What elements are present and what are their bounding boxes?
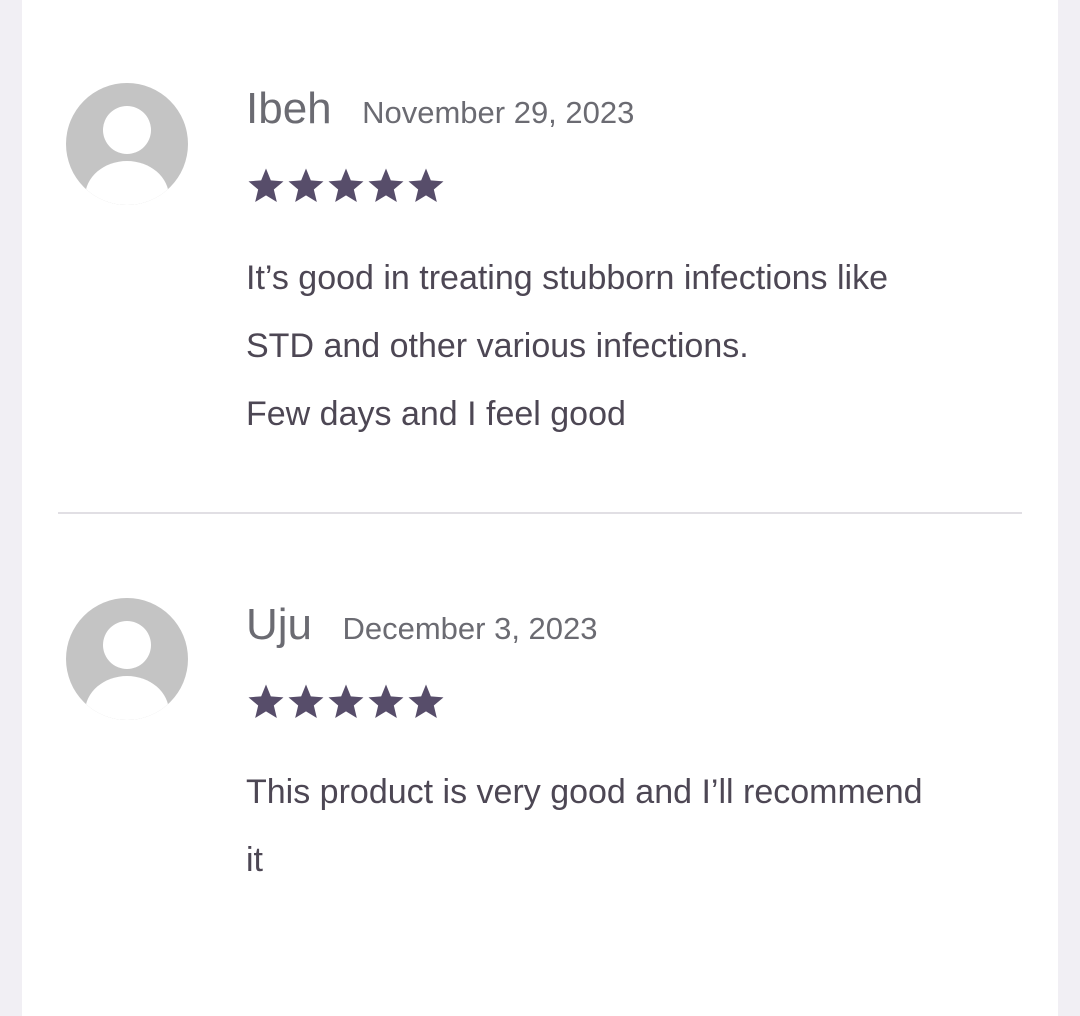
reviews-panel: Ibeh November 29, 2023 It’s good in trea… (22, 0, 1058, 1016)
review-text-line: Few days and I feel good (246, 395, 626, 433)
review-date: December 3, 2023 (342, 611, 598, 646)
star-icon (288, 168, 324, 202)
star-icon (328, 684, 364, 718)
review-author: Uju (246, 600, 313, 649)
avatar-icon (66, 83, 188, 205)
star-icon (408, 168, 444, 202)
review-divider (58, 512, 1022, 514)
avatar-icon (66, 598, 188, 720)
review-meta: Ibeh November 29, 2023 (246, 84, 634, 134)
star-icon (368, 684, 404, 718)
star-icon (328, 168, 364, 202)
review-text-line: It’s good in treating stubborn infection… (246, 259, 888, 297)
review-text-line: it (246, 841, 263, 879)
star-icon (368, 168, 404, 202)
star-icon (288, 684, 324, 718)
star-icon (248, 684, 284, 718)
review-author: Ibeh (246, 84, 332, 133)
star-icon (248, 168, 284, 202)
star-icon (408, 684, 444, 718)
rating-stars (246, 682, 446, 722)
review-meta: Uju December 3, 2023 (246, 600, 598, 650)
review-date: November 29, 2023 (362, 95, 635, 130)
review-text-line: STD and other various infections. (246, 327, 749, 365)
review-text-line: This product is very good and I’ll recom… (246, 773, 923, 811)
review-text: This product is very good and I’ll recom… (246, 758, 1006, 894)
rating-stars (246, 166, 446, 206)
review-text: It’s good in treating stubborn infection… (246, 244, 1006, 448)
